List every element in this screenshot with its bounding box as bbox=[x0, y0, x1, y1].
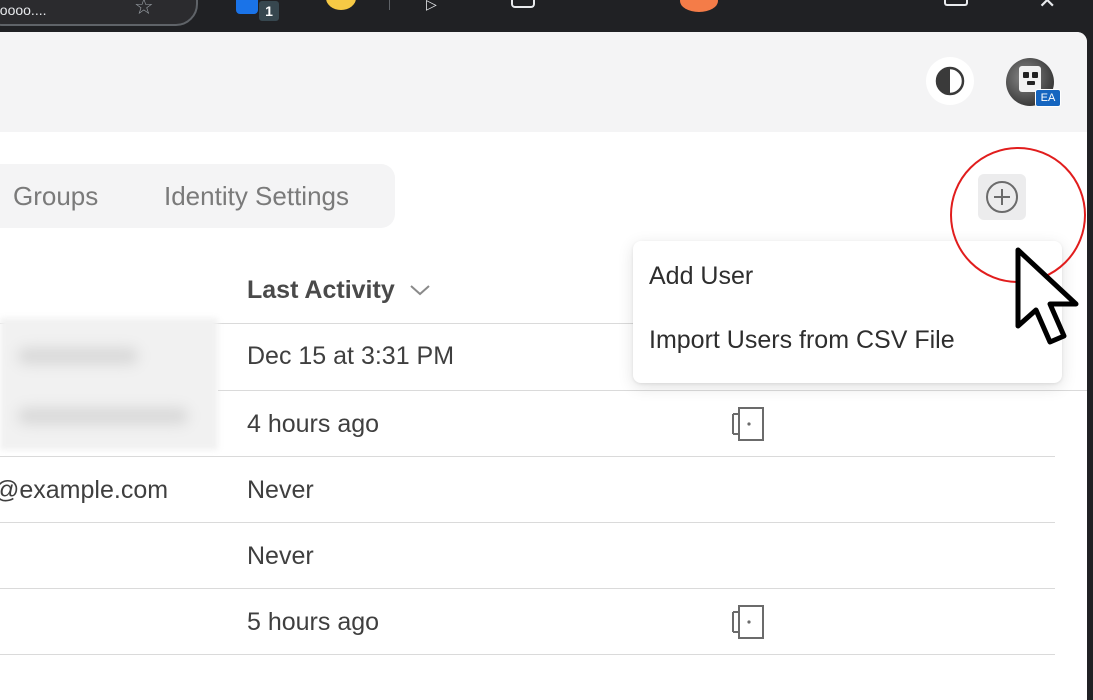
app-window: EA Groups Identity Settings Last Activit… bbox=[0, 32, 1087, 700]
browser-toolbar: ooooo.... ☆ 1 ▷ ✕ bbox=[0, 0, 1093, 32]
extension-badge: 1 bbox=[258, 0, 280, 22]
redacted-user-info bbox=[0, 318, 218, 450]
row-divider bbox=[0, 588, 1055, 589]
menu-item-import-csv[interactable]: Import Users from CSV File bbox=[649, 324, 955, 356]
theme-toggle-button[interactable] bbox=[926, 57, 974, 105]
menu-item-add-user[interactable]: Add User bbox=[649, 260, 753, 292]
tab-groups[interactable]: Groups bbox=[13, 164, 98, 228]
row-divider bbox=[0, 456, 1055, 457]
user-email-cell: @example.com bbox=[0, 476, 169, 504]
address-bar-text: ooooo.... bbox=[0, 2, 47, 18]
contrast-icon bbox=[935, 66, 965, 96]
last-activity-cell: Never bbox=[247, 476, 314, 504]
row-divider bbox=[0, 522, 1055, 523]
minimize-icon[interactable] bbox=[944, 0, 968, 6]
row-divider bbox=[218, 390, 1087, 391]
tab-bar: Groups Identity Settings bbox=[0, 164, 395, 228]
chevron-down-icon bbox=[410, 285, 430, 296]
extension-orange-icon[interactable] bbox=[680, 0, 718, 12]
user-avatar[interactable]: EA bbox=[1006, 58, 1061, 107]
column-header-last-activity[interactable]: Last Activity bbox=[247, 272, 431, 308]
tab-identity-settings[interactable]: Identity Settings bbox=[164, 164, 349, 228]
window-edge bbox=[1087, 32, 1093, 700]
last-activity-cell: 4 hours ago bbox=[247, 410, 380, 438]
bookmark-star-icon[interactable]: ☆ bbox=[134, 0, 154, 20]
address-bar[interactable]: ooooo.... bbox=[0, 0, 198, 26]
door-icon[interactable] bbox=[731, 406, 767, 442]
last-activity-cell: Never bbox=[247, 542, 314, 570]
media-play-icon[interactable]: ▷ bbox=[426, 0, 437, 13]
avatar-initials-badge: EA bbox=[1035, 89, 1061, 107]
row-divider bbox=[0, 654, 1055, 655]
close-window-icon[interactable]: ✕ bbox=[1038, 0, 1056, 14]
extension-icon[interactable] bbox=[236, 0, 258, 14]
plus-circle-icon bbox=[986, 181, 1018, 213]
last-activity-cell: 5 hours ago bbox=[247, 608, 380, 636]
add-user-menu: Add User Import Users from CSV File bbox=[633, 241, 1062, 383]
toolbar-divider bbox=[389, 0, 390, 10]
door-icon[interactable] bbox=[731, 604, 767, 640]
tab-search-icon[interactable] bbox=[511, 0, 535, 8]
column-header-label: Last Activity bbox=[247, 276, 395, 304]
top-header: EA bbox=[0, 32, 1087, 132]
add-button[interactable] bbox=[978, 174, 1026, 220]
extension-yellow-icon[interactable] bbox=[326, 0, 356, 10]
last-activity-cell: Dec 15 at 3:31 PM bbox=[247, 342, 455, 370]
